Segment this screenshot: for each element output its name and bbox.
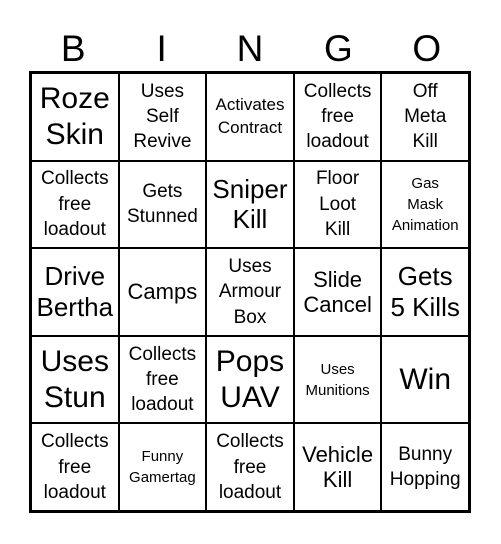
bingo-cell[interactable]: Vehicle Kill [293, 423, 382, 511]
bingo-cell[interactable]: Win [381, 335, 469, 424]
bingo-cell[interactable]: Uses Munitions [293, 335, 382, 424]
header-letter-n: N [236, 28, 264, 69]
bingo-cell[interactable]: Collects free loadout [293, 73, 382, 161]
header-letter-g: G [324, 28, 353, 69]
bingo-cell[interactable]: Bunny Hopping [381, 423, 469, 511]
bingo-cell[interactable]: Uses Stun [31, 335, 119, 424]
header-letter-i: I [156, 28, 167, 69]
bingo-cell[interactable]: Floor Loot Kill [293, 160, 382, 249]
bingo-cell[interactable]: Collects free loadout [118, 335, 207, 424]
bingo-cell[interactable]: Collects free loadout [31, 160, 119, 249]
bingo-header: B I N G O [29, 26, 471, 72]
bingo-cell[interactable]: Uses Armour Box [206, 248, 294, 336]
bingo-cell[interactable]: Gas Mask Animation [381, 160, 469, 249]
bingo-grid: Roze Skin Uses Self Revive Activates Contr… [29, 71, 471, 513]
header-letter-b: B [60, 28, 86, 69]
bingo-cell[interactable]: Collects free loadout [206, 423, 294, 511]
bingo-cell[interactable]: Gets Stunned [118, 160, 207, 249]
bingo-cell[interactable]: Gets 5 Kills [381, 248, 469, 336]
bingo-cell[interactable]: Camps [118, 248, 207, 336]
header-letter-o: O [412, 28, 442, 69]
bingo-cell[interactable]: Slide Cancel [293, 248, 382, 336]
bingo-cell[interactable]: Activates Contract [206, 73, 294, 161]
bingo-cell[interactable]: Drive Bertha [31, 248, 119, 336]
bingo-cell[interactable]: Uses Self Revive [118, 73, 207, 161]
bingo-cell[interactable]: Sniper Kill [206, 160, 294, 249]
bingo-cell[interactable]: Off Meta Kill [381, 73, 469, 161]
bingo-cell[interactable]: Funny Gamertag [118, 423, 207, 511]
bingo-cell[interactable]: Roze Skin [31, 73, 119, 161]
bingo-cell[interactable]: Pops UAV [206, 335, 294, 424]
bingo-cell[interactable]: Collects free loadout [31, 423, 119, 511]
